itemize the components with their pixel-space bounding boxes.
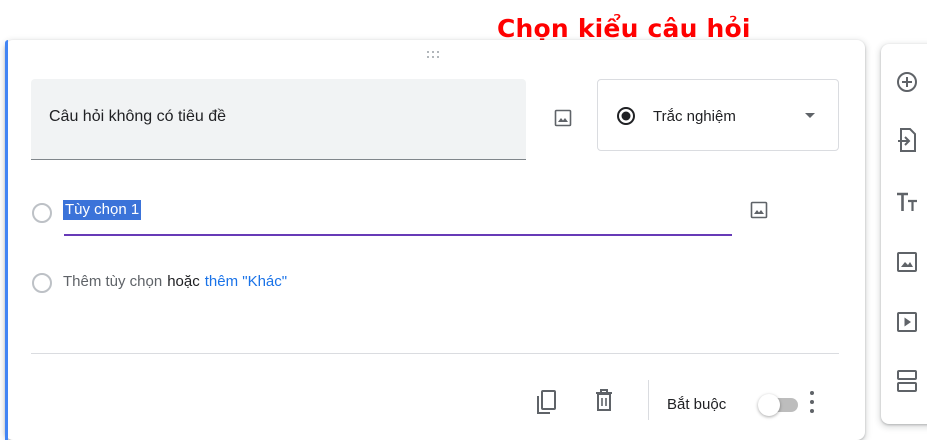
drag-handle-icon[interactable] [427, 51, 443, 63]
add-option-radio [32, 273, 52, 293]
video-icon[interactable] [895, 310, 919, 334]
toolbar-image-icon[interactable] [895, 250, 919, 274]
add-circle-icon[interactable] [895, 70, 919, 94]
question-title-text: Câu hỏi không có tiêu đề [49, 108, 227, 125]
option-1-input[interactable]: Tùy chọn 1 [63, 200, 142, 220]
add-other-link[interactable]: thêm "Khác" [205, 273, 287, 290]
option-image-icon[interactable] [749, 200, 769, 220]
question-title-field[interactable]: Câu hỏi không có tiêu đề [31, 79, 526, 160]
or-text: hoặc [167, 273, 200, 290]
footer-divider [31, 353, 839, 354]
section-icon[interactable] [895, 368, 919, 392]
chevron-down-icon [805, 113, 815, 118]
option-1-underline [64, 234, 732, 236]
image-icon[interactable] [553, 108, 573, 128]
annotation-label: Chọn kiểu câu hỏi [497, 14, 751, 43]
more-vert-icon[interactable] [808, 390, 816, 416]
card-accent-bar [5, 40, 8, 440]
title-text-icon[interactable] [895, 190, 919, 214]
import-icon[interactable] [895, 126, 919, 152]
copy-icon[interactable] [535, 388, 559, 414]
trash-icon[interactable] [592, 388, 616, 412]
required-label: Bắt buộc [667, 396, 727, 413]
add-option-link[interactable]: Thêm tùy chọn [63, 273, 162, 290]
required-toggle-thumb[interactable] [758, 394, 780, 416]
question-type-label: Trắc nghiệm [653, 108, 736, 125]
option-radio [32, 203, 52, 223]
add-option-row: Thêm tùy chọn hoặc thêm "Khác" [63, 273, 287, 290]
footer-vertical-divider [648, 380, 649, 420]
radio-checked-icon [616, 106, 636, 126]
side-toolbar [881, 44, 927, 424]
question-type-dropdown[interactable]: Trắc nghiệm [597, 79, 839, 151]
